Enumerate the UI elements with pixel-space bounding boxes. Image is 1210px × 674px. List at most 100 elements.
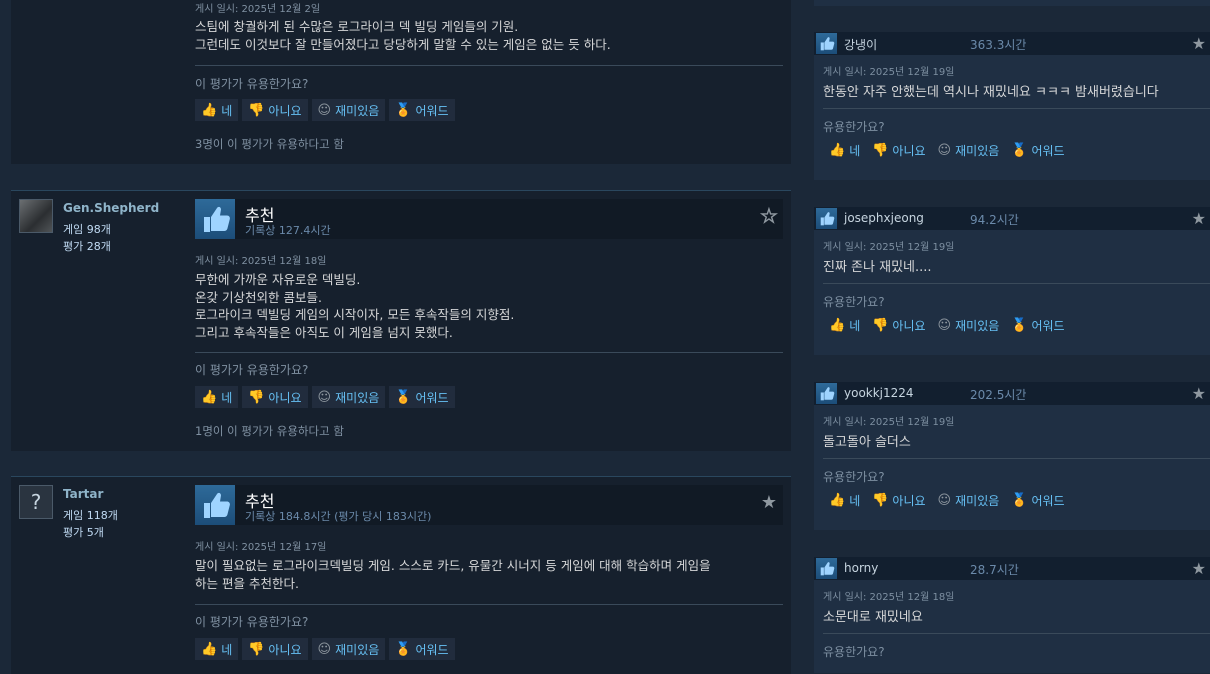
thumbs-up-icon — [816, 558, 837, 579]
review-body: 진짜 존나 재밌네.... — [823, 260, 932, 275]
vote-no-button[interactable]: 👎 아니요 — [866, 139, 931, 161]
author-reviews-count[interactable]: 평가 28개 — [63, 238, 111, 254]
reviewer-name[interactable]: horny — [844, 561, 878, 575]
posted-date: 게시 일시: 2025년 12월 18일 — [195, 256, 327, 267]
vote-funny-button[interactable]: ☺ 재미있음 — [311, 638, 386, 660]
award-button[interactable]: 🏅 어워드 — [1005, 489, 1070, 511]
vote-yes-button[interactable]: 👍 네 — [195, 99, 239, 121]
award-button[interactable]: 🏅 어워드 — [389, 638, 455, 660]
posted-date: 게시 일시: 2025년 12월 2일 — [195, 4, 321, 15]
award-button[interactable]: 🏅 어워드 — [1005, 139, 1070, 161]
award-icon: 🏅 — [395, 641, 412, 657]
smile-icon: ☺ — [317, 389, 332, 405]
reviewer-name[interactable]: 강냉이 — [844, 36, 877, 53]
vote-yes-button[interactable]: 👍 네 — [823, 314, 866, 336]
smile-icon: ☺ — [317, 102, 332, 118]
award-icon: 🏅 — [1011, 492, 1028, 508]
recent-review-header[interactable]: josephxjeong 94.2시간 ★ — [814, 207, 1210, 230]
helpful-question: 이 평가가 유용한가요? — [195, 363, 309, 377]
recent-review-header[interactable]: 강냉이 363.3시간 ★ — [814, 32, 1210, 55]
vote-funny-button[interactable]: ☺ 재미있음 — [311, 99, 386, 121]
thumbs-up-icon — [816, 208, 837, 229]
rating-buttons: 👍 네 👎 아니요 ☺ 재미있음 🏅 어워드 — [823, 489, 1071, 511]
smile-icon: ☺ — [937, 142, 952, 158]
thumbs-up-icon: 👍 — [829, 142, 846, 158]
vote-yes-button[interactable]: 👍 네 — [195, 638, 239, 660]
recent-review-card: josephxjeong 94.2시간 ★ 게시 일시: 2025년 12월 1… — [814, 207, 1210, 355]
award-button[interactable]: 🏅 어워드 — [389, 386, 455, 408]
thumbs-up-icon: 👍 — [201, 102, 218, 118]
helpful-question: 이 평가가 유용한가요? — [195, 615, 309, 629]
thumbs-up-icon — [195, 485, 235, 525]
award-button[interactable]: 🏅 어워드 — [389, 99, 455, 121]
star-icon[interactable]: ★ — [760, 207, 778, 226]
rating-buttons: 👍 네 👎 아니요 ☺ 재미있음 🏅 어워드 — [195, 638, 455, 660]
star-icon[interactable]: ★ — [1192, 209, 1206, 228]
playtime: 202.5시간 — [970, 388, 1027, 402]
helpful-count: 3명이 이 평가가 유용하다고 함 — [195, 137, 344, 151]
vote-header[interactable]: 추천 기록상 184.8시간 (평가 당시 183시간) ★ — [195, 485, 783, 525]
author-games-count[interactable]: 게임 98개 — [63, 221, 111, 237]
divider — [823, 633, 1210, 634]
thumbs-up-icon: 👍 — [201, 641, 218, 657]
author-name[interactable]: Gen.Shepherd — [63, 201, 159, 215]
thumbs-down-icon: 👎 — [248, 389, 265, 405]
avatar[interactable] — [19, 199, 53, 233]
recent-review-header[interactable]: yookkj1224 202.5시간 ★ — [814, 382, 1210, 405]
recent-review-header[interactable]: horny 28.7시간 ★ — [814, 557, 1210, 580]
playtime: 기록상 184.8시간 (평가 당시 183시간) — [245, 510, 432, 523]
helpful-count: 1명이 이 평가가 유용하다고 함 — [195, 424, 344, 438]
divider — [195, 65, 783, 66]
thumbs-down-icon: 👎 — [872, 142, 889, 158]
award-icon: 🏅 — [395, 389, 412, 405]
divider — [823, 458, 1210, 459]
vote-no-button[interactable]: 👎 아니요 — [242, 99, 308, 121]
reviews-column: 게시 일시: 2025년 12월 2일 스팀에 창궐하게 된 수많은 로그라이크… — [11, 0, 791, 674]
vote-yes-button[interactable]: 👍 네 — [195, 386, 239, 408]
award-button[interactable]: 🏅 어워드 — [1005, 314, 1070, 336]
helpful-question: 이 평가가 유용한가요? — [195, 77, 309, 91]
thumbs-up-icon: 👍 — [829, 317, 846, 333]
vote-funny-button[interactable]: ☺ 재미있음 — [932, 489, 1006, 511]
review-body: 스팀에 창궐하게 된 수많은 로그라이크 덱 빌딩 게임들의 기원. 그런데도 … — [195, 19, 611, 52]
vote-header[interactable]: 추천 기록상 127.4시간 ★ — [195, 199, 783, 239]
smile-icon: ☺ — [937, 492, 952, 508]
reviewer-name[interactable]: josephxjeong — [844, 211, 924, 225]
vote-yes-button[interactable]: 👍 네 — [823, 489, 866, 511]
award-icon: 🏅 — [395, 102, 412, 118]
divider — [195, 604, 783, 605]
review-card: ? Tartar 게임 118개 평가 5개 추천 기록상 184.8시간 (평… — [11, 476, 791, 674]
author-games-count[interactable]: 게임 118개 — [63, 507, 118, 523]
star-icon[interactable]: ★ — [1192, 559, 1206, 578]
review-card: 게시 일시: 2025년 12월 2일 스팀에 창궐하게 된 수많은 로그라이크… — [11, 0, 791, 164]
helpful-question: 유용한가요? — [823, 295, 885, 309]
thumbs-up-icon — [816, 33, 837, 54]
star-icon[interactable]: ★ — [1192, 34, 1206, 53]
avatar[interactable]: ? — [19, 485, 53, 519]
vote-funny-button[interactable]: ☺ 재미있음 — [932, 314, 1006, 336]
vote-no-button[interactable]: 👎 아니요 — [242, 638, 308, 660]
posted-date: 게시 일시: 2025년 12월 19일 — [823, 67, 955, 78]
thumbs-down-icon: 👎 — [248, 102, 265, 118]
vote-no-button[interactable]: 👎 아니요 — [866, 314, 931, 336]
rating-buttons: 👍 네 👎 아니요 ☺ 재미있음 🏅 어워드 — [195, 99, 455, 121]
vote-yes-button[interactable]: 👍 네 — [823, 139, 866, 161]
smile-icon: ☺ — [937, 317, 952, 333]
star-icon[interactable]: ★ — [1192, 384, 1206, 403]
vote-no-button[interactable]: 👎 아니요 — [242, 386, 308, 408]
author-reviews-count[interactable]: 평가 5개 — [63, 524, 104, 540]
divider — [195, 352, 783, 353]
vote-no-button[interactable]: 👎 아니요 — [866, 489, 931, 511]
author-name[interactable]: Tartar — [63, 487, 103, 501]
star-icon[interactable]: ★ — [761, 494, 777, 512]
recent-review-card: yookkj1224 202.5시간 ★ 게시 일시: 2025년 12월 19… — [814, 382, 1210, 530]
reviewer-name[interactable]: yookkj1224 — [844, 386, 914, 400]
vote-funny-button[interactable]: ☺ 재미있음 — [311, 386, 386, 408]
review-card: Gen.Shepherd 게임 98개 평가 28개 추천 기록상 127.4시… — [11, 190, 791, 451]
thumbs-down-icon: 👎 — [872, 317, 889, 333]
helpful-question: 유용한가요? — [823, 645, 885, 659]
recent-reviews-column: 강냉이 363.3시간 ★ 게시 일시: 2025년 12월 19일 한동안 자… — [814, 0, 1210, 673]
smile-icon: ☺ — [317, 641, 332, 657]
review-body: 무한에 가까운 자유로운 덱빌딩. 온갖 기상천외한 콤보들. 로그라이크 덱빌… — [195, 272, 515, 340]
vote-funny-button[interactable]: ☺ 재미있음 — [932, 139, 1006, 161]
